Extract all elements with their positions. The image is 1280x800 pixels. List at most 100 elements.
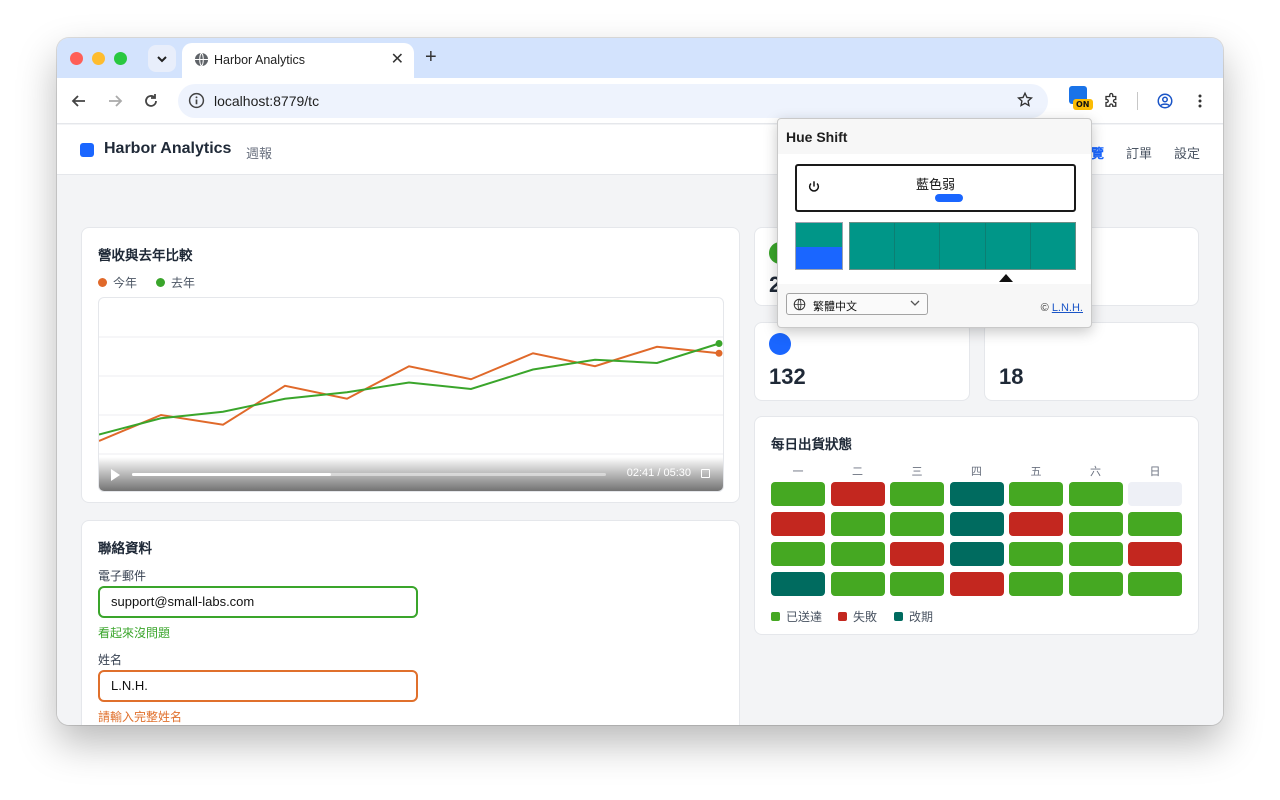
close-tab-icon[interactable]: ✕: [391, 49, 404, 69]
status-cell-delivered[interactable]: [1068, 482, 1123, 506]
reload-button[interactable]: [140, 90, 162, 112]
globe-icon: [793, 298, 806, 311]
menu-button[interactable]: [1189, 90, 1211, 112]
legend-swatch: [771, 612, 780, 621]
status-cell-delivered[interactable]: [1068, 512, 1123, 536]
status-cell-failed[interactable]: [949, 572, 1004, 596]
status-cell-delivered[interactable]: [1068, 572, 1123, 596]
swatch-shifted: [796, 247, 842, 269]
status-cell-delivered[interactable]: [890, 482, 944, 506]
status-cell-rescheduled[interactable]: [949, 482, 1004, 506]
shipping-status-card: 每日出貨狀態 一 二 三 四 五 六 日 已送達 失敗 改期: [754, 416, 1199, 635]
url-text: localhost:8779/tc: [214, 93, 320, 109]
hue-shift-extension-button[interactable]: ON: [1069, 86, 1093, 112]
globe-icon: [194, 52, 209, 67]
status-cell-delivered[interactable]: [1009, 542, 1063, 566]
swatch-original: [796, 223, 842, 247]
day-header: 三: [911, 466, 923, 478]
status-cell-delivered[interactable]: [1009, 572, 1063, 596]
status-cell-failed[interactable]: [890, 542, 944, 566]
day-header: 六: [1090, 466, 1101, 478]
hue-swatch[interactable]: [940, 223, 986, 269]
day-header: 一: [792, 466, 804, 478]
status-cell-delivered[interactable]: [1068, 542, 1123, 566]
hue-shift-popup: Hue Shift 藍色弱 繁體中文 © L.N.H.: [777, 118, 1092, 328]
day-header: 五: [1030, 466, 1042, 478]
series-end-point-1: [715, 340, 723, 347]
status-cell-rescheduled[interactable]: [949, 512, 1004, 536]
close-window-button[interactable]: [70, 52, 83, 65]
star-icon[interactable]: [1016, 91, 1034, 109]
status-cell-failed[interactable]: [1128, 542, 1182, 566]
status-cell-empty[interactable]: [1128, 482, 1182, 506]
popup-title: Hue Shift: [786, 129, 848, 145]
email-label: 電子郵件: [98, 569, 147, 583]
profile-button[interactable]: [1154, 90, 1176, 112]
status-cell-delivered[interactable]: [771, 542, 825, 566]
status-cell-delivered[interactable]: [830, 572, 885, 596]
nav-overview[interactable]: 覽: [1091, 143, 1104, 162]
preview-swatch[interactable]: [795, 222, 843, 270]
name-field[interactable]: L.N.H.: [98, 670, 418, 702]
nav-orders[interactable]: 訂單: [1126, 143, 1152, 162]
revenue-card: 營收與去年比較 今年 去年 02:41 / 05:30: [81, 227, 740, 503]
minimize-window-button[interactable]: [92, 52, 105, 65]
status-cell-delivered[interactable]: [1128, 512, 1182, 536]
day-header: 二: [852, 466, 863, 478]
status-cell-delivered[interactable]: [771, 482, 825, 506]
new-tab-button[interactable]: +: [425, 46, 437, 69]
chart-video-player[interactable]: 02:41 / 05:30: [98, 297, 724, 492]
maximize-window-button[interactable]: [114, 52, 127, 65]
status-cell-failed[interactable]: [771, 512, 825, 536]
extensions-button[interactable]: [1101, 90, 1123, 112]
puzzle-icon: [1105, 92, 1117, 107]
status-cell-delivered[interactable]: [830, 512, 885, 536]
video-progress-track[interactable]: [132, 473, 606, 476]
status-cell-failed[interactable]: [1009, 512, 1063, 536]
app-title: Harbor Analytics: [104, 140, 232, 157]
tab-title: Harbor Analytics: [214, 53, 306, 67]
language-select[interactable]: 繁體中文: [786, 293, 928, 315]
status-cell-rescheduled[interactable]: [771, 572, 825, 596]
shipping-card-title: 每日出貨狀態: [771, 437, 852, 452]
fullscreen-icon[interactable]: [701, 469, 710, 478]
info-icon[interactable]: [188, 92, 205, 109]
hue-swatch[interactable]: [850, 223, 896, 269]
day-header: 日: [1149, 466, 1161, 478]
status-cell-delivered[interactable]: [890, 512, 944, 536]
legend-swatch: [98, 278, 107, 287]
back-button[interactable]: [68, 90, 90, 112]
hue-swatch[interactable]: [895, 223, 941, 269]
stat-card-orders: 132: [754, 322, 970, 401]
name-label: 姓名: [98, 653, 123, 667]
credit: © L.N.H.: [1041, 302, 1083, 314]
mode-toggle-button[interactable]: 藍色弱: [795, 164, 1076, 212]
credit-link[interactable]: L.N.H.: [1052, 302, 1083, 314]
arrow-right-icon: [109, 95, 123, 107]
email-field[interactable]: support@small-labs.com: [98, 586, 418, 618]
legend-label: 失敗: [853, 610, 878, 624]
hue-swatch[interactable]: [1030, 223, 1076, 269]
language-value: 繁體中文: [813, 301, 857, 313]
legend-rescheduled: 改期: [894, 608, 933, 625]
address-bar[interactable]: localhost:8779/tc: [178, 84, 1048, 118]
status-cell-rescheduled[interactable]: [949, 542, 1004, 566]
nav-settings[interactable]: 設定: [1174, 143, 1200, 162]
browser-tab[interactable]: Harbor Analytics ✕: [182, 43, 414, 78]
video-time: 02:41 / 05:30: [626, 467, 691, 479]
more-vert-icon: [1198, 94, 1202, 108]
status-cell-delivered[interactable]: [890, 572, 944, 596]
forward-button[interactable]: [104, 90, 126, 112]
tab-search-button[interactable]: [148, 45, 176, 72]
day-header: 四: [971, 466, 982, 478]
series-end-point-0: [715, 349, 723, 357]
status-cell-delivered[interactable]: [1009, 482, 1063, 506]
contact-card: 聯絡資料 電子郵件 support@small-labs.com 看起來沒問題 …: [81, 520, 740, 725]
status-cell-delivered[interactable]: [1128, 572, 1182, 596]
stat-value: 132: [769, 364, 806, 389]
status-cell-failed[interactable]: [830, 482, 885, 506]
reload-icon: [145, 94, 157, 107]
status-cell-delivered[interactable]: [830, 542, 885, 566]
hue-swatch[interactable]: [985, 223, 1031, 269]
play-icon[interactable]: [111, 469, 120, 481]
